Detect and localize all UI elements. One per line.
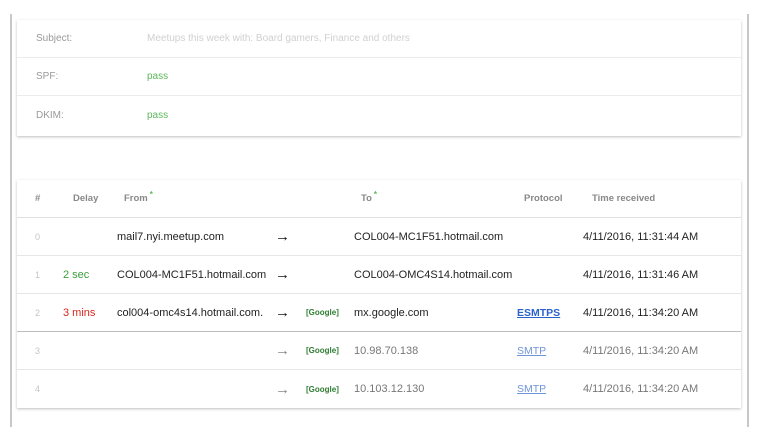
table-row: 0 mail7.nyi.meetup.com → COL004-MC1F51.h… [17, 218, 741, 256]
spf-value: pass [147, 71, 169, 82]
hop-time: 4/11/2016, 11:34:20 AM [583, 306, 699, 319]
dkim-label: DKIM: [36, 109, 64, 121]
protocol-cell: SMTP [517, 332, 546, 369]
arrow-right-icon: → [275, 304, 290, 321]
arrow-right-icon: → [275, 228, 290, 245]
protocol-link[interactable]: SMTP [517, 383, 546, 395]
hop-to: mx.google.com [354, 306, 429, 319]
column-header-protocol[interactable]: Protocol [524, 180, 563, 217]
column-header-time[interactable]: Time received [592, 180, 655, 217]
spf-label: SPF: [36, 71, 59, 82]
frame-right-border [747, 14, 749, 427]
subject-label: Subject: [36, 33, 73, 44]
column-header-delay[interactable]: Delay [73, 180, 98, 217]
hop-number: 2 [35, 307, 41, 318]
hop-time: 4/11/2016, 11:31:46 AM [583, 268, 699, 281]
hop-to: COL004-OMC4S14.hotmail.com [354, 268, 513, 281]
table-row: 3 → [Google] 10.98.70.138 SMTP 4/11/2016… [17, 332, 741, 370]
column-header-from[interactable]: From * [124, 180, 153, 217]
hop-delay: 2 sec [63, 268, 90, 281]
spf-row: SPF: pass [17, 58, 741, 96]
column-header-to-label: To [361, 193, 372, 204]
hop-number: 0 [35, 231, 41, 242]
protocol-link[interactable]: ESMTPS [517, 307, 560, 319]
arrow-right-icon: → [275, 380, 290, 398]
column-header-from-label: From [124, 193, 148, 204]
google-tag: [Google] [306, 308, 339, 317]
hop-number: 3 [35, 345, 41, 356]
protocol-cell: ESMTPS [517, 294, 560, 331]
hop-delay: 3 mins [63, 306, 96, 319]
hop-from: col004-omc4s14.hotmail.com. [117, 306, 264, 319]
subject-value: Meetups this week with: Board gamers, Fi… [147, 33, 410, 44]
sort-marker-from: * [149, 190, 153, 199]
column-header-num: # [35, 193, 41, 204]
hop-number: 4 [35, 384, 41, 394]
sort-marker-to: * [373, 190, 378, 199]
table-header-row: # Delay From * To * Protocol Time received [17, 180, 741, 218]
table-row: 2 3 mins col004-omc4s14.hotmail.com. → [… [17, 294, 741, 332]
hop-from: COL004-MC1F51.hotmail.com [117, 268, 267, 281]
dkim-row: DKIM: pass [17, 96, 741, 134]
header-summary-card: Subject: Meetups this week with: Board g… [17, 20, 741, 136]
protocol-cell: SMTP [517, 370, 546, 408]
hop-to: 10.98.70.138 [354, 344, 419, 357]
hop-to: 10.103.12.130 [354, 383, 425, 395]
column-header-to[interactable]: To * [361, 180, 377, 217]
frame-left-border [10, 14, 12, 427]
arrow-right-icon: → [275, 266, 290, 283]
protocol-link[interactable]: SMTP [517, 345, 546, 357]
arrow-right-icon: → [275, 342, 290, 359]
hop-time: 4/11/2016, 11:31:44 AM [583, 230, 699, 243]
dkim-value: pass [147, 109, 169, 121]
hop-to: COL004-MC1F51.hotmail.com [354, 230, 504, 243]
table-row: 4 → [Google] 10.103.12.130 SMTP 4/11/201… [17, 370, 741, 408]
hop-from: mail7.nyi.meetup.com [117, 230, 224, 243]
hop-number: 1 [35, 269, 41, 280]
hop-time: 4/11/2016, 11:34:20 AM [583, 344, 699, 357]
hops-table: # Delay From * To * Protocol Time received… [17, 180, 741, 408]
hop-time: 4/11/2016, 11:34:20 AM [583, 383, 699, 395]
google-tag: [Google] [306, 384, 339, 394]
subject-row: Subject: Meetups this week with: Board g… [17, 20, 741, 58]
table-row: 1 2 sec COL004-MC1F51.hotmail.com → COL0… [17, 256, 741, 294]
google-tag: [Google] [306, 346, 339, 355]
